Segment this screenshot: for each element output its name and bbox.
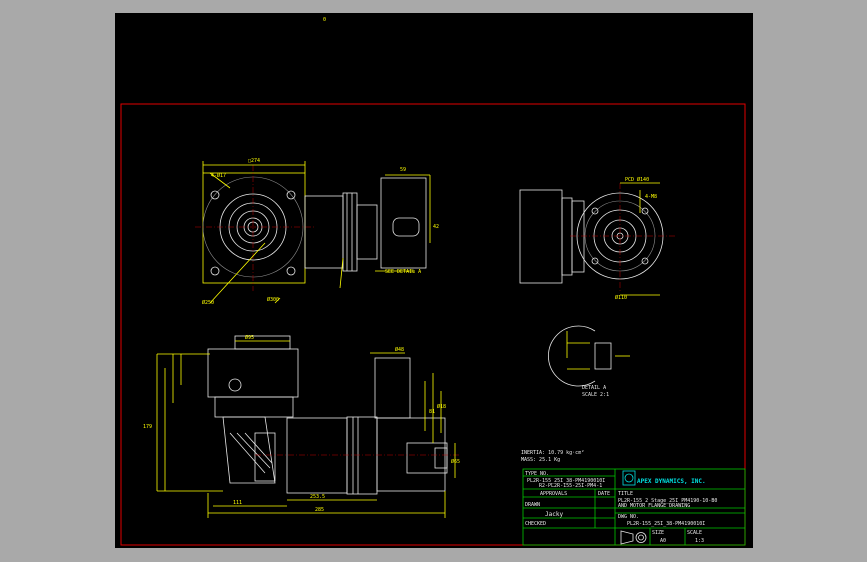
side-bracket	[222, 416, 276, 484]
date-label: DATE	[598, 491, 610, 497]
company-name: APEX DYNAMICS, INC.	[637, 478, 706, 485]
dim-side-h: Ø65	[451, 458, 460, 465]
note-inertia: INERTIA: 10.79 kg·cm²	[521, 450, 584, 456]
dim-side-i: Ø18	[437, 403, 446, 410]
title-label: TITLE	[618, 491, 633, 497]
bolt-hole	[641, 207, 649, 215]
dim-thread: 4-M8	[645, 194, 657, 200]
dim-side-c: 81	[429, 409, 435, 415]
dwg-no: PL2R-155_25I_38-PM4190010I	[627, 521, 705, 527]
top-marker: 0	[323, 17, 326, 23]
dim-side-f: 111	[233, 500, 242, 506]
dim-pcd-right: PCD Ø140	[625, 176, 649, 183]
bolt-hole	[210, 266, 220, 276]
front-motor-body	[304, 195, 344, 269]
note-mass: MASS: 25.1 Kg	[521, 457, 560, 463]
see-detail-label: SEE DETAIL A	[385, 269, 421, 275]
detail-label: DETAIL A	[582, 385, 606, 391]
company-logo: APEX DYNAMICS, INC.	[622, 470, 706, 486]
dim-side-a: Ø95	[245, 334, 254, 341]
dim-side-d: 253.5	[310, 494, 325, 500]
right-motor-body	[519, 189, 563, 284]
dim-top-b: 42	[433, 224, 439, 230]
type-no-sub: R2-PL2R-155-25I-PM4-1	[539, 483, 602, 489]
title-line-2: AND MOTOR FLANGE DRAWING	[618, 503, 690, 509]
dwg-no-label: DWG NO.	[618, 514, 639, 520]
size-value: A0	[660, 538, 666, 544]
dim-side-e: 285	[315, 507, 324, 513]
front-view: □274 4-Ø17 Ø250 Ø300 59 42 SEE DETAIL A	[195, 158, 439, 306]
bolt-hole	[591, 207, 599, 215]
dim-outer-dia: Ø250	[202, 299, 214, 306]
bolt-hole	[641, 257, 649, 265]
dim-pcd: Ø300	[267, 296, 279, 303]
checked-label: CHECKED	[525, 521, 546, 527]
right-view: PCD Ø140 4-M8 Ø110	[519, 176, 675, 301]
scale-label: SCALE	[687, 530, 702, 536]
size-label: SIZE	[652, 530, 664, 536]
front-flange-square	[202, 172, 306, 284]
dim-flange-width: □274	[248, 158, 260, 164]
dim-top-a: 59	[400, 167, 406, 173]
dim-side-b: Ø48	[395, 346, 404, 353]
title-block[interactable]: TYPE NO. PL2R-155_25I_38-PM4190010I R2-P…	[522, 468, 746, 546]
detail-a: DETAIL A SCALE 2:1	[548, 325, 630, 398]
type-no-label: TYPE NO.	[525, 471, 549, 477]
bolt-hole	[210, 190, 220, 200]
detail-scale: SCALE 2:1	[582, 392, 609, 398]
dim-bolt-holes: 4-Ø17	[211, 172, 226, 179]
side-gear-head	[207, 348, 299, 398]
bolt-hole	[286, 266, 296, 276]
drawn-by: Jacky	[545, 511, 563, 518]
drawing-canvas: 0 □274 4-Ø17 Ø250 Ø300 59 42 SEE DETAIL …	[120, 17, 746, 546]
detail-arc	[548, 325, 596, 387]
scale-value: 1:3	[695, 538, 704, 544]
projection-symbol-icon	[620, 530, 647, 545]
dim-side-g: 179	[143, 424, 152, 430]
drawn-label: DRAWN	[525, 502, 540, 508]
side-motor-body	[286, 417, 348, 494]
bolt-hole	[591, 257, 599, 265]
cad-viewport[interactable]: 0 □274 4-Ø17 Ø250 Ø300 59 42 SEE DETAIL …	[115, 13, 753, 548]
side-view: Ø95 Ø48 81 253.5 285 111 179 Ø65 Ø18	[143, 334, 460, 518]
bolt-hole	[286, 190, 296, 200]
approvals-label: APPROVALS	[540, 491, 567, 497]
dim-pilot: Ø110	[615, 294, 627, 301]
